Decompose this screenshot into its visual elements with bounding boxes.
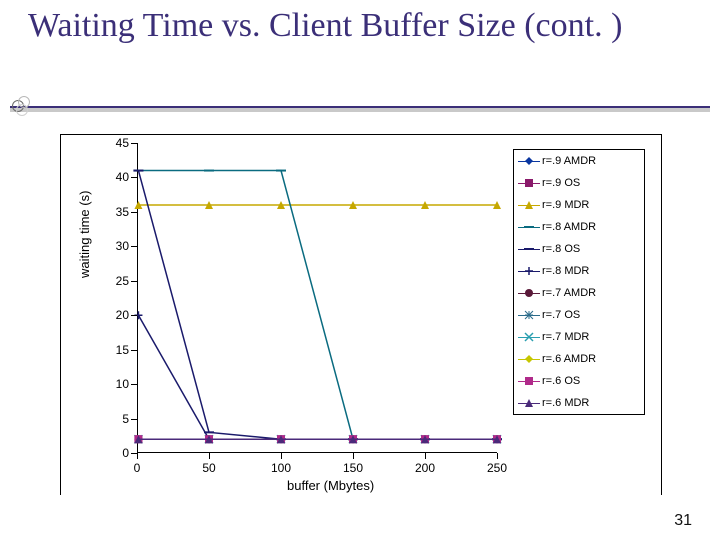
legend-label: r=.6 AMDR: [540, 353, 640, 365]
legend-swatch: [518, 330, 540, 344]
x-tick-label: 200: [415, 461, 435, 475]
x-tick: [497, 453, 498, 459]
title-rule: [10, 106, 710, 108]
legend-label: r=.6 OS: [540, 375, 640, 387]
legend-item: r=.6 MDR: [514, 392, 644, 414]
y-tick-label: 10: [116, 377, 129, 391]
y-tick-label: 45: [116, 136, 129, 150]
legend-swatch: [518, 308, 540, 322]
legend-swatch: [518, 242, 540, 256]
x-tick-label: 250: [487, 461, 507, 475]
y-tick: [131, 212, 137, 213]
legend-item: r=.8 MDR: [514, 260, 644, 282]
legend-item: r=.9 AMDR: [514, 150, 644, 172]
chart-frame: waiting time (s) buffer (Mbytes) 0 5 10 15 2…: [60, 134, 662, 495]
y-tick-label: 0: [122, 446, 129, 460]
x-tick: [425, 453, 426, 459]
decor-bubbles-icon: [12, 96, 30, 114]
y-axis-title: waiting time (s): [77, 191, 92, 278]
legend-label: r=.8 OS: [540, 243, 640, 255]
legend-label: r=.7 AMDR: [540, 287, 640, 299]
x-tick: [209, 453, 210, 459]
series-layer: [137, 143, 497, 453]
legend-item: r=.7 MDR: [514, 326, 644, 348]
x-tick: [353, 453, 354, 459]
legend-swatch: [518, 286, 540, 300]
legend-swatch: [518, 396, 540, 410]
legend-swatch: [518, 176, 540, 190]
legend-item: r=.9 MDR: [514, 194, 644, 216]
series-line: [138, 315, 497, 439]
legend-swatch: [518, 220, 540, 234]
legend-label: r=.9 AMDR: [540, 155, 640, 167]
x-axis-title: buffer (Mbytes): [287, 478, 374, 493]
x-tick-label: 100: [271, 461, 291, 475]
legend-item: r=.7 AMDR: [514, 282, 644, 304]
plot-area: waiting time (s) buffer (Mbytes) 0510152…: [137, 143, 497, 453]
x-tick-label: 0: [134, 461, 141, 475]
legend-label: r=.8 MDR: [540, 265, 640, 277]
legend-swatch: [518, 374, 540, 388]
legend-item: r=.8 AMDR: [514, 216, 644, 238]
y-tick-label: 25: [116, 274, 129, 288]
y-tick-label: 40: [116, 170, 129, 184]
legend-item: r=.9 OS: [514, 172, 644, 194]
x-tick-label: 150: [343, 461, 363, 475]
legend-item: r=.8 OS: [514, 238, 644, 260]
legend-item: r=.7 OS: [514, 304, 644, 326]
legend-item: r=.6 AMDR: [514, 348, 644, 370]
legend-swatch: [518, 154, 540, 168]
legend-label: r=.9 OS: [540, 177, 640, 189]
page-title: Waiting Time vs. Client Buffer Size (con…: [28, 6, 700, 47]
series-line: [138, 171, 497, 440]
y-tick-label: 15: [116, 343, 129, 357]
title-rule-shadow: [10, 108, 710, 112]
legend-label: r=.7 OS: [540, 309, 640, 321]
page-number: 31: [674, 512, 692, 530]
legend-swatch: [518, 198, 540, 212]
legend-swatch: [518, 352, 540, 366]
x-tick: [281, 453, 282, 459]
y-tick: [131, 419, 137, 420]
y-tick: [131, 177, 137, 178]
legend-swatch: [518, 264, 540, 278]
y-tick: [131, 143, 137, 144]
y-tick-label: 30: [116, 239, 129, 253]
legend-label: r=.9 MDR: [540, 199, 640, 211]
y-tick: [131, 384, 137, 385]
x-tick: [137, 453, 138, 459]
y-tick: [131, 350, 137, 351]
legend-label: r=.7 MDR: [540, 331, 640, 343]
x-tick-label: 50: [202, 461, 215, 475]
legend: r=.9 AMDR r=.9 OS r=.9 MDR r=.8 AMDR r=.…: [513, 149, 645, 415]
y-tick: [131, 246, 137, 247]
y-tick-label: 35: [116, 205, 129, 219]
legend-item: r=.6 OS: [514, 370, 644, 392]
legend-label: r=.8 AMDR: [540, 221, 640, 233]
y-tick: [131, 315, 137, 316]
slide: Waiting Time vs. Client Buffer Size (con…: [0, 0, 720, 540]
legend-label: r=.6 MDR: [540, 397, 640, 409]
y-tick-label: 20: [116, 308, 129, 322]
y-tick-label: 5: [122, 412, 129, 426]
y-tick: [131, 281, 137, 282]
